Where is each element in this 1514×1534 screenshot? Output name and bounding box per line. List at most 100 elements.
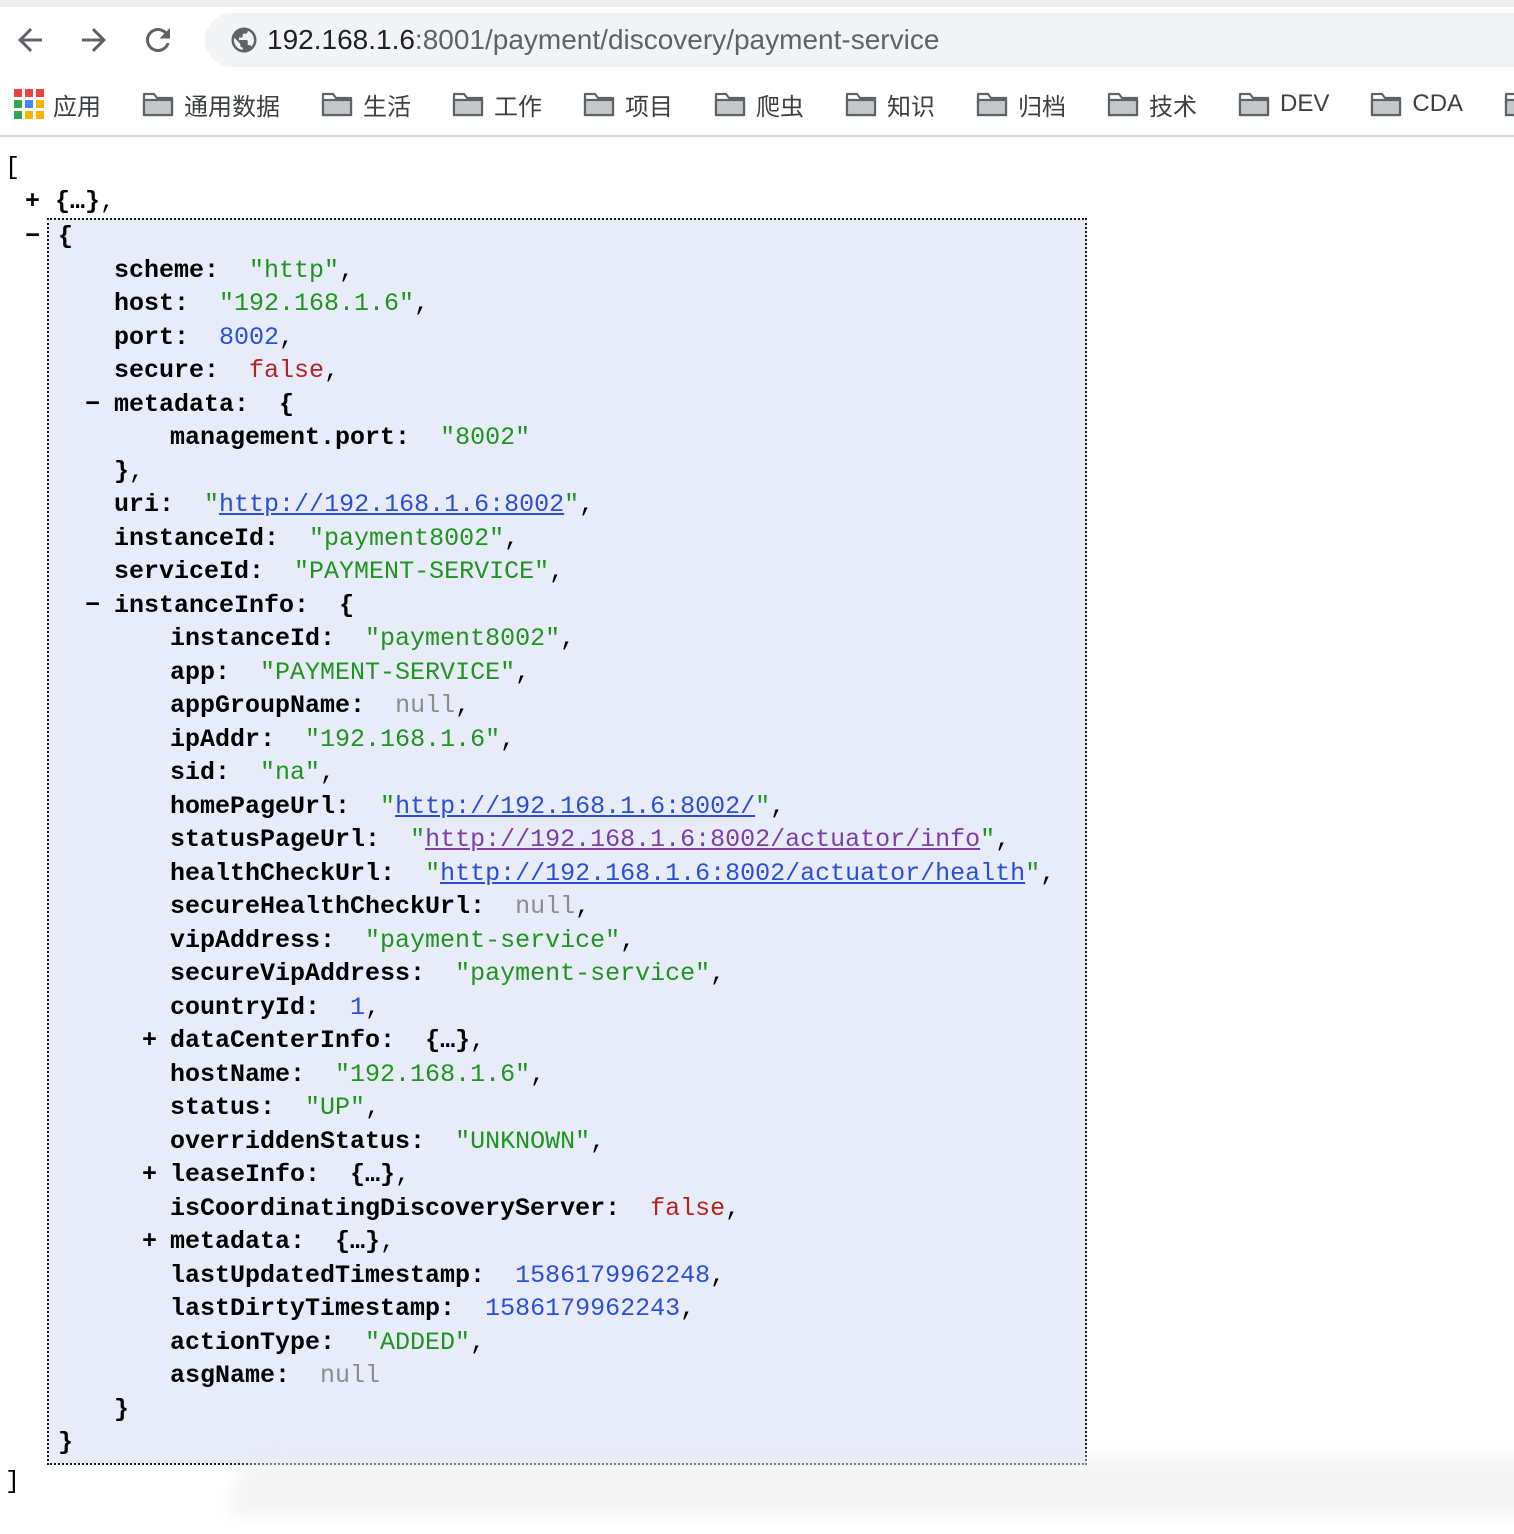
bookmark-label: CDA — [1412, 90, 1464, 117]
back-button[interactable] — [12, 22, 48, 58]
expand-toggle[interactable]: + — [142, 1225, 157, 1259]
json-string: " — [1025, 858, 1041, 888]
json-line: hostName: "192.168.1.6", — [49, 1058, 1085, 1092]
json-punctuation — [189, 289, 219, 318]
site-info-globe-icon[interactable] — [229, 25, 259, 55]
json-url-link-visited[interactable]: http://192.168.1.6:8002/actuator/info — [425, 825, 980, 854]
bookmark-folder[interactable]: CDA — [1369, 90, 1463, 119]
bookmark-label: 爬虫 — [756, 93, 804, 121]
json-punctuation: , — [530, 1059, 546, 1089]
bookmark-label: 归档 — [1018, 93, 1066, 121]
json-punctuation: , — [100, 186, 116, 216]
json-punctuation — [264, 557, 294, 586]
bookmark-folder[interactable]: 技术 — [1106, 87, 1197, 122]
bookmark-folder[interactable]: 知识 — [844, 87, 935, 122]
json-key: leaseInfo: — [170, 1160, 321, 1189]
bookmark-folder-partial[interactable] — [1503, 90, 1514, 119]
bookmark-folder[interactable]: 生活 — [320, 87, 411, 122]
json-string: " — [425, 858, 441, 888]
json-string: "UP" — [305, 1093, 366, 1122]
bookmark-folder[interactable]: 通用数据 — [141, 87, 280, 122]
json-line: lastDirtyTimestamp: 1586179962243, — [49, 1292, 1085, 1326]
json-line: port: 8002, — [49, 321, 1085, 355]
json-key: sid: — [170, 758, 231, 787]
browser-toolbar: 192.168.1.6:8001/payment/discovery/payme… — [0, 7, 1514, 73]
json-brace: {…} — [425, 1026, 471, 1055]
folder-icon — [583, 92, 615, 116]
json-punctuation: , — [279, 322, 295, 352]
expand-toggle[interactable]: + — [142, 1024, 157, 1058]
json-punctuation — [189, 323, 219, 352]
json-line: isCoordinatingDiscoveryServer: false, — [49, 1192, 1085, 1226]
collapse-toggle[interactable]: − — [85, 589, 100, 623]
json-line: serviceId: "PAYMENT-SERVICE", — [49, 555, 1085, 589]
bookmark-folder[interactable]: DEV — [1237, 90, 1329, 119]
json-punctuation — [485, 892, 515, 921]
json-line: + leaseInfo: {…}, — [49, 1158, 1085, 1192]
json-brace: } — [58, 1428, 74, 1457]
json-key: vipAddress: — [170, 925, 336, 955]
json-line: status: "UP", — [49, 1091, 1085, 1125]
folder-icon — [1238, 92, 1270, 116]
bookmark-label: 生活 — [363, 93, 411, 121]
collapse-toggle[interactable]: − — [85, 388, 100, 422]
json-line: statusPageUrl: "http://192.168.1.6:8002/… — [49, 823, 1085, 857]
json-viewer: [+ {…}, −{scheme: "http", host: "192.168.1… — [0, 137, 1514, 1516]
json-punctuation: , — [590, 1126, 606, 1156]
bookmark-folder[interactable]: 爬虫 — [713, 87, 804, 122]
json-url-link[interactable]: http://192.168.1.6:8002 — [219, 490, 564, 519]
json-key: lastUpdatedTimestamp: — [170, 1260, 486, 1290]
json-line: appGroupName: null, — [49, 689, 1085, 723]
json-punctuation — [230, 758, 260, 787]
json-key: management.port: — [170, 423, 411, 452]
json-punctuation: , — [620, 925, 636, 955]
json-key: status: — [170, 1093, 276, 1122]
url-text: 192.168.1.6:8001/payment/discovery/payme… — [267, 13, 939, 67]
json-punctuation — [455, 1294, 485, 1323]
json-punctuation: , — [995, 825, 1011, 854]
collapse-toggle[interactable]: − — [25, 220, 40, 254]
json-punctuation — [485, 1261, 515, 1290]
json-string: "PAYMENT-SERVICE" — [260, 657, 516, 687]
json-key: actionType: — [170, 1327, 336, 1357]
json-line: secure: false, — [49, 354, 1085, 388]
json-array-open: [+ {…}, — [0, 151, 1514, 218]
forward-button[interactable] — [76, 22, 112, 58]
json-punctuation — [425, 1127, 455, 1156]
address-bar[interactable]: 192.168.1.6:8001/payment/discovery/payme… — [205, 13, 1514, 67]
json-punctuation: , — [710, 959, 726, 988]
bookmark-label: DEV — [1280, 90, 1330, 117]
json-url-link[interactable]: http://192.168.1.6:8002/ — [395, 792, 755, 821]
selected-json-object[interactable]: −{scheme: "http", host: "192.168.1.6", por… — [25, 218, 1087, 1465]
json-line: + {…}, — [0, 185, 1514, 219]
json-boolean: false — [249, 356, 325, 385]
json-punctuation: , — [680, 1294, 696, 1323]
json-string: "payment-service" — [455, 959, 711, 988]
json-punctuation — [305, 1060, 335, 1089]
json-line: homePageUrl: "http://192.168.1.6:8002/", — [49, 790, 1085, 824]
json-key: port: — [114, 322, 190, 352]
json-number: 1586179962248 — [515, 1260, 711, 1290]
bookmark-apps[interactable]: 应用 — [14, 87, 101, 122]
json-line: instanceId: "payment8002", — [49, 622, 1085, 656]
json-line: overriddenStatus: "UNKNOWN", — [49, 1125, 1085, 1159]
bookmark-folder[interactable]: 项目 — [582, 87, 673, 122]
reload-button[interactable] — [140, 22, 176, 58]
json-line: } — [49, 1426, 1085, 1460]
json-string: "192.168.1.6" — [219, 289, 415, 318]
json-key: healthCheckUrl: — [170, 858, 396, 888]
bookmark-label: 技术 — [1149, 93, 1197, 121]
json-punctuation — [620, 1194, 650, 1223]
json-punctuation: ] — [5, 1466, 21, 1496]
bookmark-folder[interactable]: 工作 — [451, 87, 542, 122]
bookmark-label: 通用数据 — [184, 93, 280, 121]
expand-toggle[interactable]: + — [25, 185, 40, 219]
expand-toggle[interactable]: + — [142, 1158, 157, 1192]
bookmark-folder[interactable]: 归档 — [975, 87, 1066, 122]
back-icon — [18, 28, 42, 52]
bookmark-label: 工作 — [494, 93, 542, 121]
json-string: "192.168.1.6" — [305, 724, 501, 754]
json-url-link[interactable]: http://192.168.1.6:8002/actuator/health — [440, 859, 1025, 888]
json-punctuation — [174, 490, 204, 519]
json-line: scheme: "http", — [49, 254, 1085, 288]
